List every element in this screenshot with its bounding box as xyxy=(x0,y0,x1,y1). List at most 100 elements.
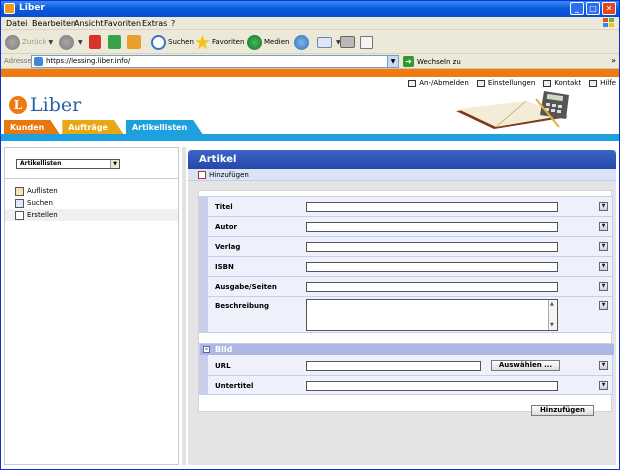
sidebar-select-value: Artikellisten xyxy=(20,160,62,167)
contact-link[interactable]: Kontakt xyxy=(543,79,581,87)
home-button[interactable] xyxy=(127,34,143,50)
search-button[interactable]: Suchen xyxy=(151,34,194,50)
menu-bearbeiten[interactable]: Bearbeiten xyxy=(32,19,76,28)
go-label: Wechseln zu xyxy=(417,57,461,66)
page-icon xyxy=(34,57,43,66)
tab-auftraege[interactable]: Aufträge xyxy=(62,120,124,135)
sidebar-divider xyxy=(5,178,178,179)
browser-toolbar: Zurück ▼ ▼ Suchen Favoriten Medien ▼ xyxy=(1,30,619,54)
menu-bar: Datei Bearbeiten Ansicht Favoriten Extra… xyxy=(1,17,619,30)
maximize-button[interactable]: □ xyxy=(586,2,600,15)
back-button[interactable]: Zurück ▼ xyxy=(5,34,53,50)
submit-button[interactable]: Hinzufügen xyxy=(531,405,594,416)
menu-help[interactable]: ? xyxy=(171,19,175,28)
stop-button[interactable] xyxy=(89,34,103,50)
menu-datei[interactable]: Datei xyxy=(6,19,27,28)
chevron-down-icon[interactable]: ▼ xyxy=(599,242,608,251)
forward-button[interactable]: ▼ xyxy=(59,34,83,50)
mail-icon xyxy=(317,36,332,48)
star-icon xyxy=(195,34,210,50)
chevron-down-icon: ▼ xyxy=(78,38,83,46)
sidebar-item-label: Auflisten xyxy=(27,187,58,195)
address-url: https://lessing.liber.info/ xyxy=(46,57,131,65)
titel-input[interactable] xyxy=(306,201,558,212)
untertitel-input[interactable] xyxy=(306,380,558,391)
login-link[interactable]: An-/Abmelden xyxy=(408,79,469,87)
favorites-button[interactable]: Favoriten xyxy=(195,34,244,50)
home-icon xyxy=(127,35,141,49)
go-button[interactable]: ➜ Wechseln zu xyxy=(403,55,461,68)
field-label-titel: Titel xyxy=(215,202,233,211)
ausgabe-seiten-input[interactable] xyxy=(306,281,558,292)
search-label: Suchen xyxy=(168,38,194,46)
chevron-down-icon[interactable]: ▼ xyxy=(599,202,608,211)
verlag-input[interactable] xyxy=(306,241,558,252)
scroll-down-icon[interactable]: ▼ xyxy=(550,322,554,328)
choose-image-button[interactable]: Auswählen ... xyxy=(491,360,560,371)
sidebar-item-suchen[interactable]: Suchen xyxy=(5,197,178,209)
chevron-down-icon[interactable]: ▼ xyxy=(387,56,398,67)
beschreibung-textarea[interactable]: ▲ ▼ xyxy=(306,299,558,331)
field-row: Verlag ▼ xyxy=(208,237,612,256)
minimize-button[interactable]: _ xyxy=(570,2,584,15)
search-icon xyxy=(15,198,24,208)
media-icon xyxy=(247,34,262,50)
menu-extras[interactable]: Extras xyxy=(142,19,167,28)
chevron-down-icon[interactable]: ▼ xyxy=(599,381,608,390)
key-icon xyxy=(408,79,417,87)
field-label-ausgabe-seiten: Ausgabe/Seiten xyxy=(215,282,277,291)
fieldset-strip xyxy=(200,197,208,332)
menu-ansicht[interactable]: Ansicht xyxy=(74,19,104,28)
field-label-isbn: ISBN xyxy=(215,262,234,271)
edit-page-icon xyxy=(360,35,373,49)
chevron-down-icon[interactable]: ▼ xyxy=(599,301,608,310)
toolbar-more-icon[interactable]: » xyxy=(611,56,616,65)
tab-kunden[interactable]: Kunden xyxy=(4,120,60,135)
chevron-down-icon[interactable]: ▼ xyxy=(599,361,608,370)
edit-button[interactable] xyxy=(360,34,375,50)
settings-link[interactable]: Einstellungen xyxy=(476,79,535,87)
sidebar: Artikellisten ▼ Auflisten Suchen Erstell… xyxy=(4,147,179,465)
bild-section-header[interactable]: - Bild xyxy=(200,344,614,355)
article-panel: Artikel Hinzufügen Titel ▼ Autor ▼ Verla… xyxy=(188,150,616,465)
autor-input[interactable] xyxy=(306,221,558,232)
field-row: URL Auswählen ... ▼ xyxy=(208,356,612,375)
isbn-input[interactable] xyxy=(306,261,558,272)
print-button[interactable] xyxy=(340,34,357,50)
collapse-icon[interactable]: - xyxy=(203,346,210,353)
settings-icon xyxy=(476,79,485,87)
media-label: Medien xyxy=(264,38,290,46)
chevron-down-icon: ▼ xyxy=(48,38,54,46)
chevron-down-icon[interactable]: ▼ xyxy=(599,262,608,271)
refresh-button[interactable] xyxy=(108,34,123,50)
close-button[interactable]: ✕ xyxy=(602,2,616,15)
sidebar-item-erstellen[interactable]: Erstellen xyxy=(5,209,178,221)
address-bar: Adresse https://lessing.liber.info/ ▼ ➜ … xyxy=(1,54,619,69)
textarea-scrollbar[interactable]: ▲ ▼ xyxy=(548,300,557,330)
field-row: ISBN ▼ xyxy=(208,257,612,276)
chevron-down-icon[interactable]: ▼ xyxy=(599,222,608,231)
sidebar-item-auflisten[interactable]: Auflisten xyxy=(5,185,178,197)
field-row: Titel ▼ xyxy=(208,197,612,216)
scroll-up-icon[interactable]: ▲ xyxy=(550,301,554,307)
forward-arrow-icon xyxy=(59,34,74,50)
mail-button[interactable]: ▼ xyxy=(317,34,341,50)
pane-divider[interactable] xyxy=(182,147,186,465)
tab-artikellisten[interactable]: Artikellisten xyxy=(126,120,203,135)
tab-underline xyxy=(1,134,619,141)
form-card: Titel ▼ Autor ▼ Verlag ▼ ISBN ▼ Ausgabe/… xyxy=(198,190,614,412)
window-title: Liber xyxy=(19,3,45,13)
sidebar-select[interactable]: Artikellisten ▼ xyxy=(16,159,120,169)
menu-favoriten[interactable]: Favoriten xyxy=(104,19,141,28)
url-input[interactable] xyxy=(306,360,481,371)
history-icon xyxy=(294,34,309,50)
app-icon xyxy=(4,3,15,14)
media-button[interactable]: Medien xyxy=(247,34,289,50)
bild-fieldset: - Bild URL Auswählen ... ▼ Untertitel ▼ xyxy=(199,343,614,395)
chevron-down-icon[interactable]: ▼ xyxy=(599,282,608,291)
field-label-untertitel: Untertitel xyxy=(215,381,254,390)
address-input[interactable]: https://lessing.liber.info/ ▼ xyxy=(31,55,399,68)
add-link[interactable]: Hinzufügen xyxy=(188,169,616,181)
help-link[interactable]: Hilfe xyxy=(589,79,616,87)
history-button[interactable] xyxy=(294,34,311,50)
